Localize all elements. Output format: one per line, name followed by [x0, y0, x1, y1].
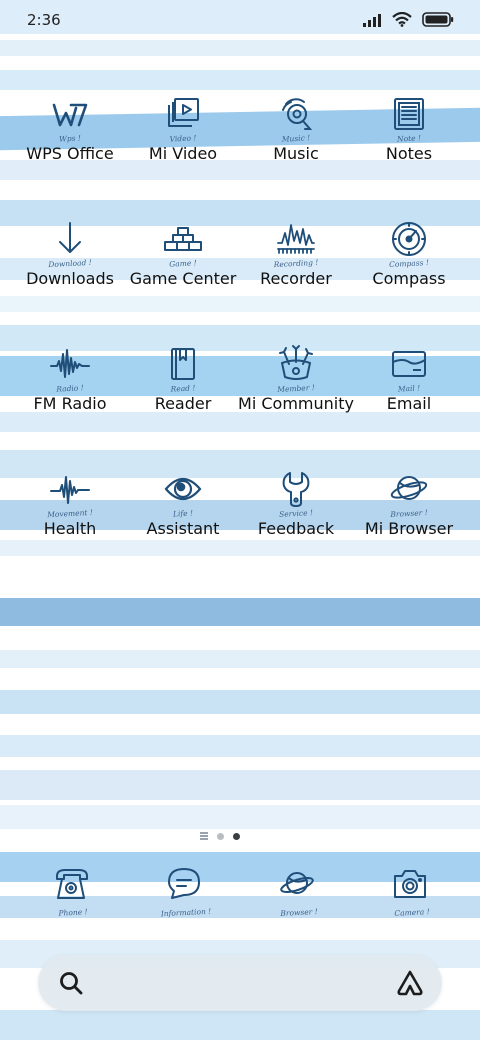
message-icon: [166, 866, 202, 902]
app-notes[interactable]: Note ! Notes: [349, 80, 469, 190]
game-icon: [163, 219, 203, 259]
search-icon: [60, 972, 83, 995]
phone-icon: [53, 866, 89, 902]
feed-page-icon: [200, 832, 208, 840]
planet-icon: [389, 469, 429, 509]
app-mi-community[interactable]: Member ! Mi Community: [236, 330, 356, 440]
app-mi-browser[interactable]: Browser ! Mi Browser: [349, 455, 469, 565]
dock-messages[interactable]: Information !: [126, 866, 246, 926]
app-music[interactable]: Music ! Music: [236, 80, 356, 190]
app-reader[interactable]: Read ! Reader: [123, 330, 243, 440]
download-icon: [50, 219, 90, 259]
dock-phone[interactable]: Phone !: [13, 866, 133, 926]
wps-icon: [50, 94, 90, 134]
dock-camera[interactable]: Camera !: [352, 866, 472, 926]
app-label: Assistant: [146, 519, 220, 538]
app-label: Notes: [385, 144, 433, 163]
app-email[interactable]: Mail ! Email: [349, 330, 469, 440]
recorder-icon: [276, 219, 316, 259]
search-bar[interactable]: [38, 955, 442, 1011]
heartbeat-icon: [50, 469, 90, 509]
assistant-icon[interactable]: [396, 969, 424, 997]
dock-tag: Browser !: [280, 907, 318, 918]
book-icon: [163, 344, 203, 384]
app-label: Mi Community: [238, 394, 354, 413]
app-health[interactable]: Movement ! Health: [10, 455, 130, 565]
music-icon: [276, 94, 316, 134]
notes-icon: [389, 94, 429, 134]
app-downloads[interactable]: Download ! Downloads: [10, 205, 130, 315]
page-dot: [217, 832, 224, 840]
app-feedback[interactable]: Service ! Feedback: [236, 455, 356, 565]
compass-icon: [389, 219, 429, 259]
dock-browser[interactable]: Browser !: [239, 866, 359, 926]
radio-icon: [50, 344, 90, 384]
dock-tag: Phone !: [58, 907, 88, 918]
app-compass[interactable]: Compass ! Compass: [349, 205, 469, 315]
dock-tag: Information !: [160, 906, 212, 919]
app-label: Music: [273, 144, 319, 163]
app-label: Health: [43, 519, 97, 538]
app-recorder[interactable]: Recording ! Recorder: [236, 205, 356, 315]
mail-icon: [389, 344, 429, 384]
community-icon: [276, 344, 316, 384]
app-label: Mi Browser: [364, 519, 454, 538]
planet-icon: [279, 866, 315, 902]
app-game-center[interactable]: Game ! Game Center: [123, 205, 243, 315]
page-indicator[interactable]: [200, 830, 250, 842]
video-icon: [163, 94, 203, 134]
app-assistant[interactable]: Life ! Assistant: [123, 455, 243, 565]
app-label: Mi Video: [148, 144, 218, 163]
wifi-icon: [392, 12, 412, 27]
app-label: Game Center: [129, 269, 237, 288]
app-label: FM Radio: [33, 394, 107, 413]
app-wps-office[interactable]: Wps ! WPS Office: [10, 80, 130, 190]
app-fm-radio[interactable]: Radio ! FM Radio: [10, 330, 130, 440]
clock: 2:36: [27, 11, 61, 29]
eye-icon: [163, 469, 203, 509]
app-label: Compass: [372, 269, 446, 288]
status-bar: 2:36: [0, 0, 480, 42]
app-label: Recorder: [260, 269, 332, 288]
signal-icon: [363, 13, 381, 27]
app-label: Feedback: [257, 519, 335, 538]
app-label: Email: [386, 394, 432, 413]
page-dot-active: [233, 832, 240, 840]
app-label: Reader: [154, 394, 212, 413]
dock-tag: Camera !: [394, 907, 430, 918]
battery-icon: [422, 12, 454, 27]
app-label: WPS Office: [26, 144, 114, 163]
wrench-icon: [276, 469, 316, 509]
camera-icon: [392, 866, 428, 902]
app-label: Downloads: [26, 269, 114, 288]
app-mi-video[interactable]: Video ! Mi Video: [123, 80, 243, 190]
